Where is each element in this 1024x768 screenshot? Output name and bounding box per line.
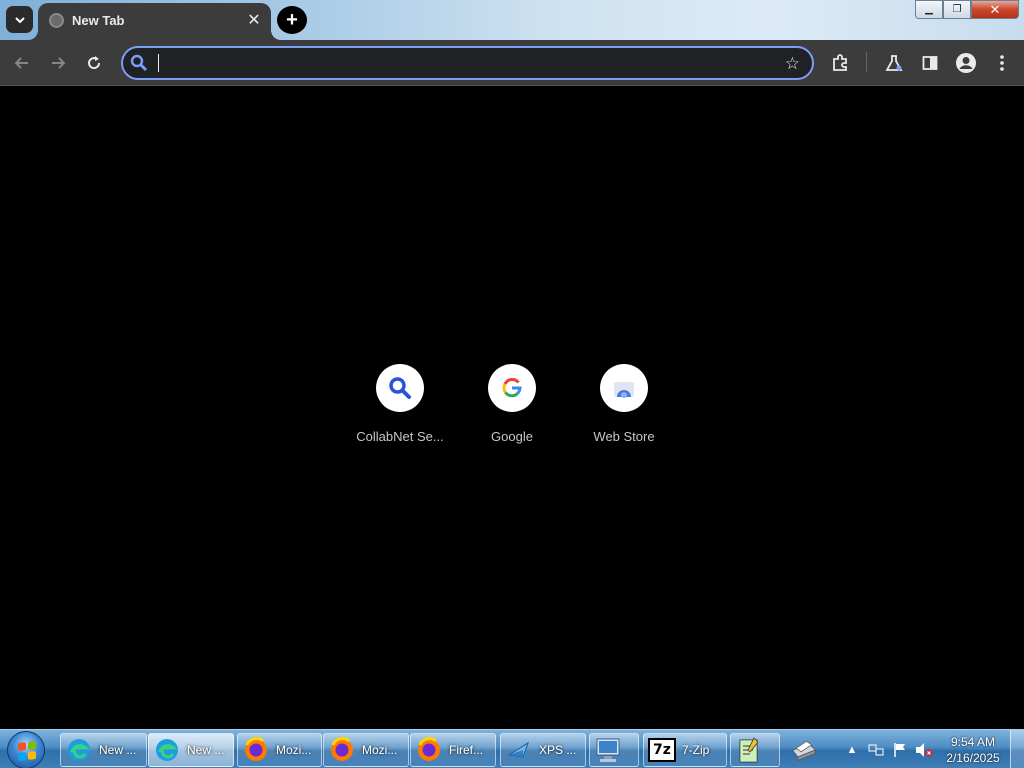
firefox-icon — [415, 736, 443, 764]
firefox-icon — [328, 736, 356, 764]
star-icon[interactable]: ☆ — [785, 54, 800, 74]
7zip-icon: 7z — [648, 736, 676, 764]
taskbar-item-label: XPS ... — [539, 743, 577, 757]
reload-icon — [88, 56, 101, 70]
shortcut-label: CollabNet Se... — [356, 429, 444, 444]
more-vert-icon — [1000, 55, 1004, 71]
taskbar-item-label: New ... — [187, 743, 225, 757]
notepad-icon — [735, 736, 763, 764]
taskbar-item-label: Mozi... — [362, 743, 398, 757]
taskbar-item-label: Firef... — [449, 743, 484, 757]
taskbar-item-edge-2[interactable]: New ... — [148, 733, 234, 767]
side-panel-icon — [922, 56, 938, 70]
taskbar-item-xps[interactable]: XPS ... — [500, 733, 586, 767]
shortcut-icon-tile — [488, 364, 536, 412]
taskbar-clock[interactable]: 9:54 AM 2/16/2025 — [940, 734, 1006, 766]
shortcut-label: Web Store — [593, 429, 655, 444]
reload-button[interactable] — [82, 51, 106, 75]
taskbar-item-firefox-2[interactable]: Mozi... — [323, 733, 409, 767]
taskbar-item-label: Mozi... — [276, 743, 312, 757]
tab-new-tab[interactable]: New Tab ✕ — [28, 3, 281, 40]
address-input[interactable] — [157, 51, 777, 75]
taskbar-item-edge-1[interactable]: New ... — [60, 733, 147, 767]
forward-button[interactable] — [46, 51, 70, 75]
globe-icon — [49, 13, 64, 28]
taskbar-item-7zip[interactable]: 7z 7-Zip — [643, 733, 727, 767]
taskbar-item-label: New ... — [99, 743, 137, 757]
desktop-screen: New Tab ✕ + ▁ ❐ ✕ ☆ CollabNet Se... Goog… — [0, 0, 1024, 768]
show-desktop-button[interactable] — [1010, 730, 1024, 768]
shortcut-google[interactable]: Google — [456, 364, 568, 444]
labs-button[interactable] — [882, 51, 906, 75]
shortcut-icon-tile — [600, 364, 648, 412]
profile-button[interactable] — [954, 51, 978, 75]
address-bar[interactable]: ☆ — [121, 46, 814, 80]
remote-desktop-icon — [594, 736, 622, 764]
new-tab-page: CollabNet Se... Google Web Store — [0, 87, 1024, 729]
menu-button[interactable] — [990, 51, 1014, 75]
taskbar: New ... New ... Mozi... Mozi... Firef...… — [0, 729, 1024, 768]
browser-toolbar: ☆ — [0, 40, 1024, 86]
window-controls: ▁ ❐ ✕ — [915, 0, 1019, 19]
side-panel-button[interactable] — [918, 51, 942, 75]
google-icon — [502, 378, 522, 398]
taskbar-item-printer[interactable] — [784, 733, 834, 767]
restore-button[interactable]: ❐ — [943, 0, 971, 19]
printer-icon — [789, 736, 817, 764]
clock-time: 9:54 AM — [950, 735, 996, 749]
back-button[interactable] — [10, 51, 34, 75]
taskbar-item-remote-desktop[interactable] — [589, 733, 639, 767]
edge-icon — [153, 736, 181, 764]
tab-title: New Tab — [72, 13, 125, 28]
flask-icon — [885, 55, 903, 71]
toolbar-divider — [866, 52, 867, 72]
extensions-button[interactable] — [828, 51, 852, 75]
text-caret — [158, 54, 159, 72]
search-icon — [130, 54, 148, 72]
chevron-down-icon — [14, 16, 25, 23]
new-tab-button[interactable]: + — [277, 6, 307, 34]
tab-strip: New Tab ✕ + ▁ ❐ ✕ — [0, 0, 1024, 40]
minimize-button[interactable]: ▁ — [915, 0, 943, 19]
tray-overflow-icon[interactable]: ▲ — [842, 740, 862, 760]
taskbar-item-label: 7-Zip — [682, 743, 710, 757]
network-icon[interactable] — [866, 740, 886, 760]
shortcut-icon-tile — [376, 364, 424, 412]
close-window-button[interactable]: ✕ — [971, 0, 1019, 19]
windows-logo-icon — [18, 741, 36, 761]
tab-search-button[interactable] — [6, 6, 33, 33]
firefox-icon — [242, 736, 270, 764]
puzzle-icon — [833, 54, 847, 71]
taskbar-item-firefox-1[interactable]: Mozi... — [237, 733, 322, 767]
system-tray: ▲ — [842, 730, 938, 768]
web-store-icon — [614, 382, 634, 398]
avatar-icon — [956, 53, 976, 73]
taskbar-item-firefox-3[interactable]: Firef... — [410, 733, 496, 767]
shortcut-label: Google — [491, 429, 533, 444]
arrow-left-icon — [14, 57, 28, 69]
shortcut-web-store[interactable]: Web Store — [568, 364, 680, 444]
edge-icon — [65, 736, 93, 764]
tab-close-button[interactable]: ✕ — [245, 11, 263, 29]
shortcut-collabnet[interactable]: CollabNet Se... — [344, 364, 456, 444]
arrow-right-icon — [52, 57, 66, 69]
taskbar-item-notepad[interactable] — [730, 733, 780, 767]
7zip-logo: 7z — [648, 738, 676, 762]
volume-muted-icon[interactable] — [914, 740, 934, 760]
xps-viewer-icon — [505, 736, 533, 764]
action-center-flag-icon[interactable] — [890, 740, 910, 760]
search-icon — [389, 377, 411, 399]
clock-date: 2/16/2025 — [946, 751, 1000, 765]
start-button[interactable] — [7, 731, 45, 768]
